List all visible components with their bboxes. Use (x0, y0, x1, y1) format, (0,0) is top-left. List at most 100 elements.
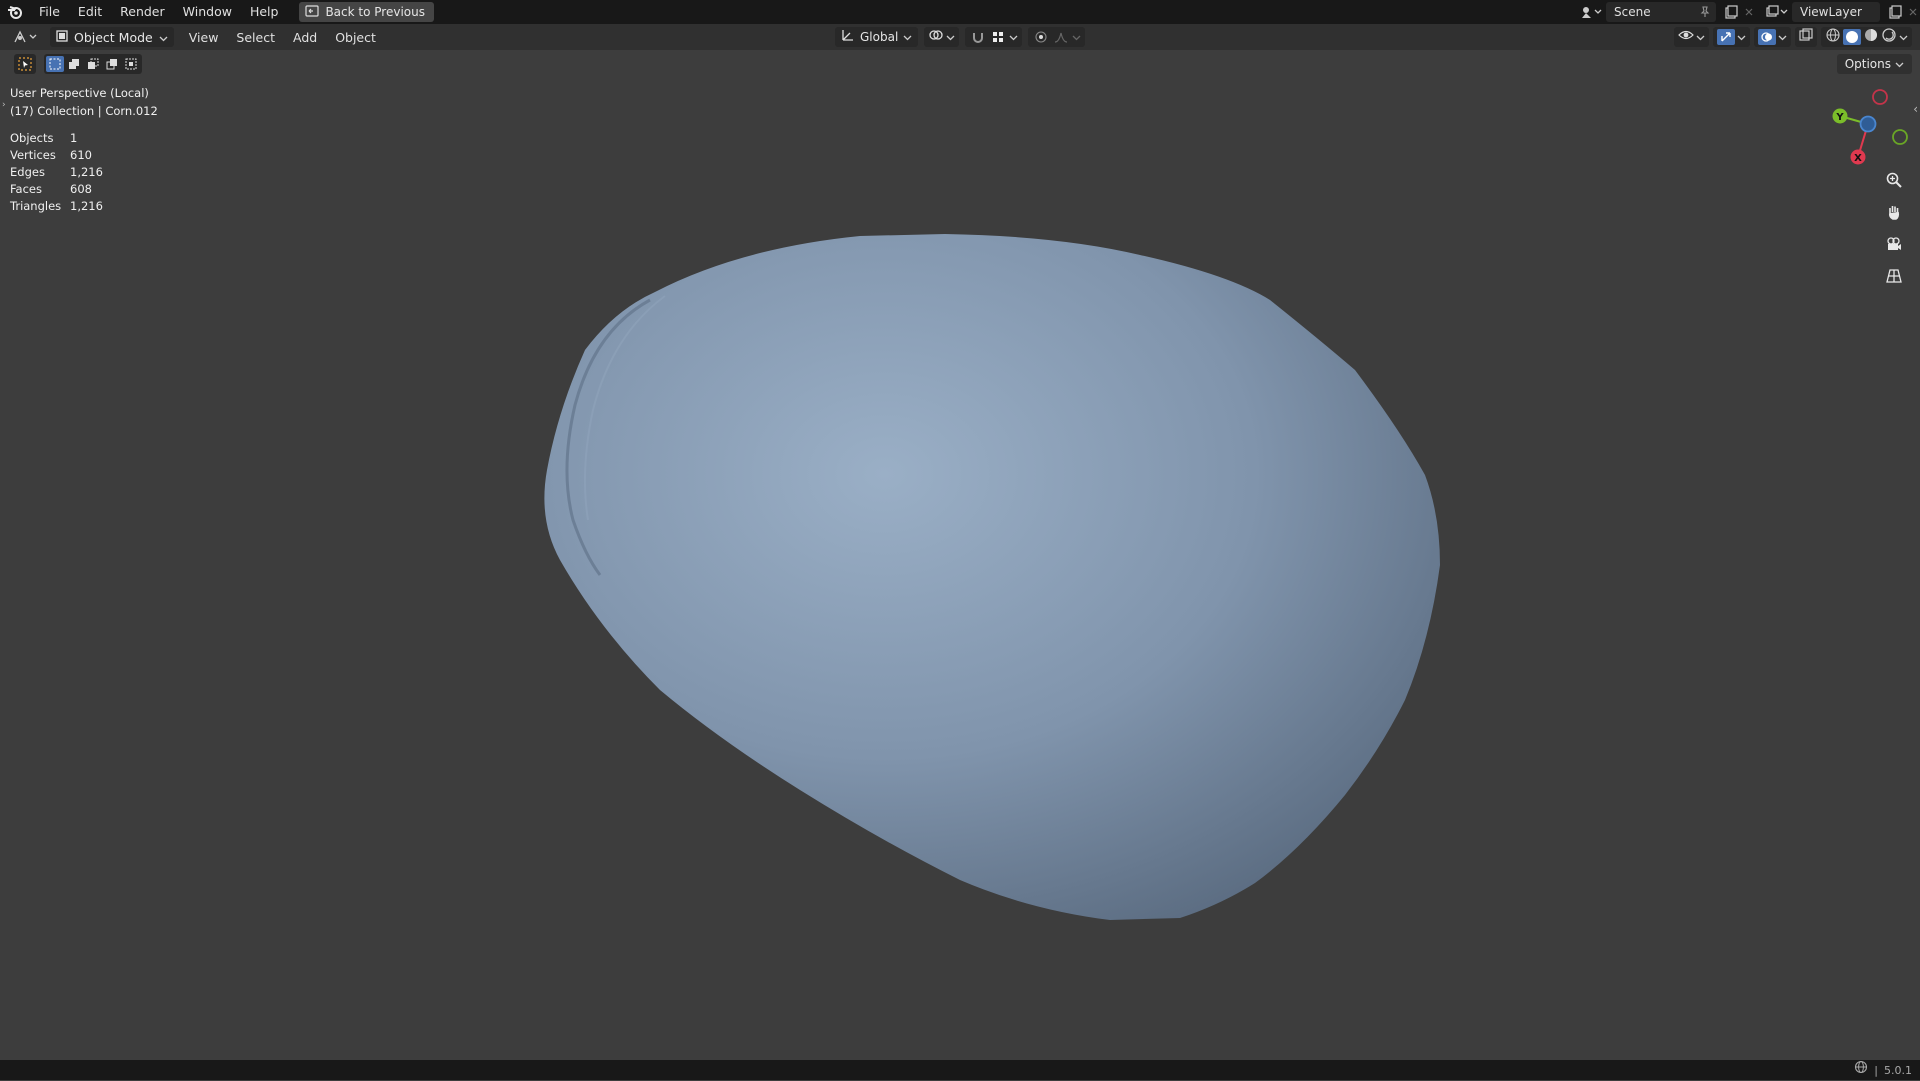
remove-scene-icon[interactable] (1742, 2, 1756, 22)
menu-add[interactable]: Add (284, 30, 326, 45)
new-view-layer-icon[interactable] (1884, 2, 1906, 22)
shading-modes (1821, 27, 1912, 47)
mode-label: Object Mode (74, 29, 153, 45)
pin-icon[interactable] (1694, 2, 1716, 22)
scene-name[interactable]: Scene (1606, 5, 1694, 19)
collection-info: (17) Collection | Corn.012 (10, 104, 158, 118)
menu-edit[interactable]: Edit (69, 0, 111, 24)
select-subtract-icon[interactable] (84, 56, 102, 72)
viewport-display-tools (1674, 27, 1912, 47)
menu-object[interactable]: Object (326, 30, 385, 45)
pivot-icon (928, 28, 944, 46)
top-menu-bar: File Edit Render Window Help Back to Pre… (0, 0, 1920, 24)
transform-orientation-label: Global (860, 30, 899, 44)
options-dropdown[interactable]: Options (1836, 54, 1912, 74)
view-layer-selector[interactable]: ViewLayer (1792, 2, 1880, 22)
gizmo-z-ball[interactable] (1859, 115, 1877, 133)
stat-value: 1,216 (70, 165, 103, 179)
stat-value: 1 (70, 131, 78, 145)
select-tool-button[interactable] (14, 54, 36, 74)
camera-view-icon[interactable] (1882, 232, 1906, 256)
status-bar: | 5.0.1 (0, 1060, 1920, 1080)
transform-orientation-dropdown[interactable]: Global (835, 27, 919, 47)
menu-render[interactable]: Render (111, 0, 174, 24)
transform-tools: Global (835, 27, 1086, 47)
viewport-canvas[interactable] (0, 50, 1920, 1060)
menu-select[interactable]: Select (227, 30, 284, 45)
gizmo-y-label: Y (1835, 112, 1844, 123)
object-mode-icon (56, 29, 68, 45)
chevron-down-icon (159, 30, 168, 45)
mesh-body[interactable] (544, 234, 1440, 920)
viewport-header: Object Mode View Select Add Object Globa… (0, 24, 1920, 50)
version-info: | 5.0.1 (1854, 1060, 1912, 1081)
stat-label: Triangles (10, 199, 62, 213)
menu-file[interactable]: File (30, 0, 69, 24)
viewport-tool-row: Options (0, 50, 1920, 78)
eye-selectability-icon (1678, 28, 1694, 46)
menu-view[interactable]: View (180, 30, 228, 45)
pan-hand-icon[interactable] (1882, 200, 1906, 224)
perspective-grid-icon[interactable] (1882, 264, 1906, 288)
chevron-down-icon (1737, 30, 1746, 45)
overlays-toggle[interactable] (1754, 27, 1791, 47)
chevron-down-icon (903, 30, 912, 45)
overlays-icon (1758, 29, 1776, 45)
view-layer-browse-icon[interactable] (1762, 2, 1792, 22)
gizmo-neg-y-ball[interactable] (1892, 129, 1908, 145)
wireframe-shading-icon[interactable] (1825, 27, 1841, 47)
zoom-icon[interactable] (1882, 168, 1906, 192)
falloff-curve-icon[interactable] (1052, 27, 1070, 47)
select-intersect-icon[interactable] (122, 56, 140, 72)
corn-mesh-object[interactable] (544, 234, 1440, 920)
material-shading-icon[interactable] (1863, 27, 1879, 47)
scene-browse-icon[interactable] (1576, 2, 1606, 22)
proportional-editing-controls (1028, 27, 1086, 47)
select-new-icon[interactable] (46, 56, 64, 72)
new-scene-icon[interactable] (1720, 2, 1742, 22)
blender-logo-icon[interactable] (0, 0, 30, 24)
options-label: Options (1844, 57, 1891, 71)
gizmo-toggle[interactable] (1713, 27, 1750, 47)
xray-icon (1799, 28, 1813, 46)
back-screen-icon (305, 4, 320, 20)
snap-magnet-icon[interactable] (969, 27, 987, 47)
collapse-arrow-icon[interactable]: › (2, 100, 6, 110)
visibility-dropdown[interactable] (1674, 27, 1709, 47)
chevron-down-icon (1895, 57, 1904, 71)
mode-dropdown[interactable]: Object Mode (50, 27, 174, 47)
snapping-controls (965, 27, 1023, 47)
menu-window[interactable]: Window (174, 0, 241, 24)
snap-increment-icon[interactable] (989, 27, 1007, 47)
proportional-editing-icon[interactable] (1032, 27, 1050, 47)
back-to-previous-button[interactable]: Back to Previous (299, 2, 434, 22)
version-label: 5.0.1 (1884, 1063, 1912, 1077)
stat-label: Edges (10, 165, 45, 179)
viewport-info-overlay: User Perspective (Local) (17) Collection… (10, 84, 158, 215)
stat-label: Objects (10, 131, 54, 145)
select-extend-icon[interactable] (65, 56, 83, 72)
perspective-label: User Perspective (Local) (10, 86, 149, 100)
chevron-down-icon (1778, 30, 1787, 45)
stat-value: 608 (70, 182, 92, 196)
sidebar-toggle-icon[interactable]: ‹ (1913, 102, 1918, 116)
chevron-down-icon (1072, 30, 1081, 45)
orientation-icon (841, 28, 855, 46)
menu-help[interactable]: Help (241, 0, 288, 24)
rendered-shading-icon[interactable] (1881, 27, 1897, 47)
solid-shading-icon[interactable] (1843, 29, 1861, 45)
pivot-point-dropdown[interactable] (924, 27, 960, 47)
xray-toggle[interactable] (1795, 27, 1817, 47)
gizmo-x-label: X (1854, 153, 1862, 164)
view-layer-name[interactable]: ViewLayer (1792, 5, 1880, 19)
stat-label: Faces (10, 182, 42, 196)
remove-view-layer-icon[interactable] (1906, 2, 1920, 22)
selection-mode-group (44, 54, 142, 74)
navigation-gizmo[interactable]: Y X (1818, 84, 1914, 174)
gizmo-neg-x-ball[interactable] (1872, 89, 1888, 105)
scene-selector[interactable]: Scene (1606, 2, 1716, 22)
editor-type-icon[interactable] (8, 27, 44, 47)
stat-label: Vertices (10, 148, 56, 162)
chevron-down-icon[interactable] (1899, 30, 1908, 45)
select-invert-icon[interactable] (103, 56, 121, 72)
